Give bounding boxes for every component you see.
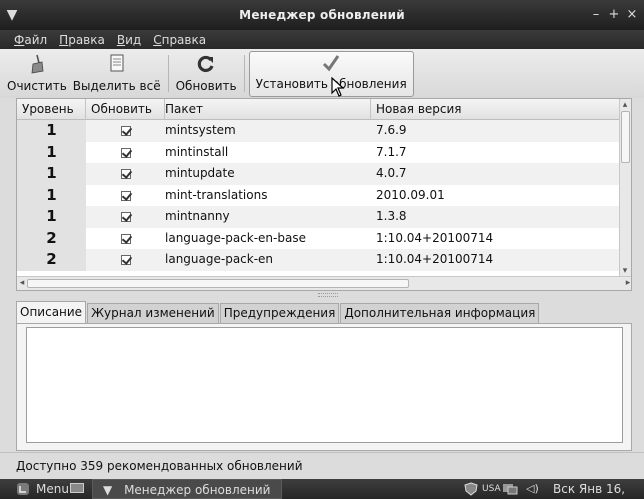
table-row[interactable]: 2 language-pack-en-base 1:10.04+20100714	[17, 227, 621, 249]
vertical-scroll-thumb[interactable]	[621, 111, 630, 163]
package-cell: mintupdate	[165, 166, 235, 180]
window-title: Менеджер обновлений	[239, 8, 405, 22]
show-desktop-icon[interactable]	[70, 479, 84, 499]
version-cell: 4.0.7	[376, 166, 407, 180]
title-bar: ▼ Менеджер обновлений – + ×	[0, 0, 644, 30]
level-cell: 1	[17, 163, 86, 185]
table-rows: 1 mintsystem 7.6.9 1 mintinstall 7.1.7 1…	[17, 120, 621, 271]
column-level-label: Уровень	[22, 102, 74, 116]
table-row[interactable]: 1 mint-translations 2010.09.01	[17, 184, 621, 206]
version-cell: 2010.09.01	[376, 187, 445, 202]
package-cell: language-pack-en-base	[165, 230, 306, 245]
details-tabs: Описание Журнал изменений Предупреждения…	[16, 301, 632, 324]
mint-menu-icon[interactable]	[16, 479, 30, 499]
tab-warnings[interactable]: Предупреждения	[219, 303, 340, 323]
scroll-left-icon[interactable]: ◂	[17, 277, 27, 289]
start-menu-button[interactable]: Menu	[36, 479, 69, 499]
version-cell: 7.1.7	[376, 144, 407, 159]
minimize-button[interactable]: –	[588, 7, 604, 23]
level-cell: 1	[17, 120, 86, 142]
tab-description[interactable]: Описание	[16, 301, 87, 323]
scroll-right-icon[interactable]: ▸	[623, 277, 631, 289]
version-cell: 7.6.9	[376, 123, 407, 137]
column-package[interactable]: Пакет	[160, 99, 371, 120]
package-cell: mintsystem	[165, 123, 236, 137]
version-cell: 1:10.04+20100714	[376, 230, 494, 245]
level-cell: 2	[17, 249, 86, 271]
horizontal-scrollbar[interactable]: ◂ ▸	[17, 276, 631, 290]
version-cell: 1:10.04+20100714	[376, 252, 494, 266]
update-shield-icon[interactable]	[464, 479, 478, 499]
tab-changelog[interactable]: Журнал изменений	[87, 303, 219, 323]
menu-help[interactable]: Справка	[153, 33, 206, 47]
toolbar: Очистить Выделить всё Обновить Установит…	[0, 49, 644, 98]
keyboard-layout[interactable]: USA	[482, 479, 501, 499]
network-icon[interactable]	[502, 479, 518, 499]
toolbar-separator	[243, 55, 245, 92]
status-text: Доступно 359 рекомендованных обновлений	[16, 459, 303, 473]
clear-button[interactable]: Очистить	[4, 49, 70, 98]
table-row[interactable]: 1 mintnanny 1.3.8	[17, 206, 621, 228]
table-row[interactable]: 1 mintsystem 7.6.9	[17, 120, 621, 142]
select-all-label: Выделить всё	[72, 79, 161, 93]
updates-table: Уровень ∨ Обновить Пакет Новая версия 1 …	[16, 98, 632, 291]
table-row[interactable]: 2 language-pack-en 1:10.04+20100714	[17, 249, 621, 271]
maximize-button[interactable]: +	[606, 7, 622, 23]
document-check-icon	[105, 53, 129, 75]
update-checkbox[interactable]	[121, 126, 131, 136]
package-cell: mintnanny	[165, 209, 230, 223]
update-checkbox[interactable]	[121, 169, 131, 179]
refresh-button[interactable]: Обновить	[173, 49, 240, 98]
mouse-cursor-icon	[331, 77, 345, 97]
clear-label: Очистить	[7, 79, 67, 93]
tab-extra-info[interactable]: Дополнительная информация	[340, 303, 540, 323]
checkmark-icon	[319, 52, 343, 73]
version-cell: 1.3.8	[376, 209, 407, 223]
level-cell: 1	[17, 184, 86, 206]
tab-content	[16, 324, 632, 451]
column-update[interactable]: Обновить	[86, 99, 165, 120]
pane-splitter[interactable]	[318, 293, 338, 297]
toolbar-separator	[167, 55, 169, 92]
app-shield-icon: ▼	[103, 483, 113, 497]
table-header: Уровень ∨ Обновить Пакет Новая версия	[17, 99, 631, 137]
taskbar: Menu ▼ Менеджер обновлений USA ◁) Вск Ян…	[0, 479, 644, 499]
volume-icon[interactable]: ◁)	[526, 479, 539, 499]
package-cell: mint-translations	[165, 187, 268, 202]
package-cell: mintinstall	[165, 144, 229, 159]
menu-edit[interactable]: Правка	[59, 33, 105, 47]
update-checkbox[interactable]	[121, 255, 131, 265]
status-bar: Доступно 359 рекомендованных обновлений	[0, 452, 644, 478]
level-cell: 1	[17, 141, 86, 163]
table-row[interactable]: 1 mintinstall 7.1.7	[17, 141, 621, 163]
menu-file[interactable]: Файл	[14, 33, 47, 47]
update-checkbox[interactable]	[121, 212, 131, 222]
description-text-area[interactable]	[26, 327, 623, 443]
clock[interactable]: Вск Янв 16, 13:0	[553, 479, 644, 499]
menu-view[interactable]: Вид	[117, 33, 141, 47]
package-cell: language-pack-en	[165, 252, 274, 266]
refresh-label: Обновить	[175, 79, 237, 93]
scroll-up-icon[interactable]: ▴	[620, 99, 630, 111]
broom-icon	[25, 53, 49, 75]
close-button[interactable]: ×	[624, 7, 640, 23]
level-cell: 2	[17, 227, 86, 249]
taskbar-window-label: Менеджер обновлений	[124, 483, 271, 497]
taskbar-window-button[interactable]: ▼ Менеджер обновлений	[92, 479, 282, 499]
menu-bar: Файл Правка Вид Справка	[0, 30, 644, 49]
refresh-icon	[194, 53, 218, 75]
level-cell: 1	[17, 206, 86, 228]
vertical-scrollbar[interactable]: ▴ ▾	[619, 99, 631, 277]
horizontal-scroll-thumb[interactable]	[27, 279, 409, 288]
column-level[interactable]: Уровень ∨	[17, 99, 86, 137]
select-all-button[interactable]: Выделить всё	[70, 49, 164, 98]
table-row[interactable]: 1 mintupdate 4.0.7	[17, 163, 621, 185]
update-checkbox[interactable]	[121, 190, 131, 201]
column-new-version[interactable]: Новая версия	[371, 99, 621, 120]
update-checkbox[interactable]	[121, 233, 131, 244]
update-checkbox[interactable]	[121, 147, 131, 158]
